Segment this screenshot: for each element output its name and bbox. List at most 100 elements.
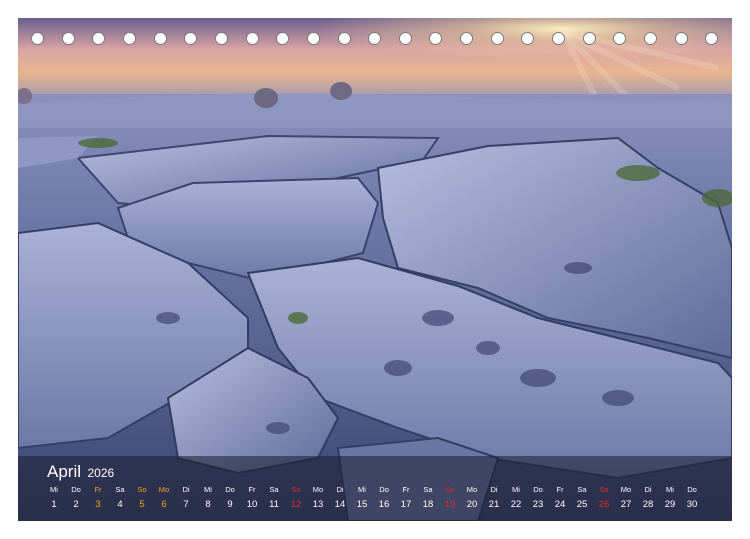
day-number: 2 — [73, 499, 79, 510]
weekday-label: Do — [533, 485, 543, 494]
day-cell: Mi 15 — [351, 485, 373, 512]
day-cell: Fr 24 — [549, 485, 571, 512]
day-number: 18 — [422, 499, 434, 510]
day-cell: Sa 18 — [417, 485, 439, 512]
binding-ring — [214, 32, 228, 45]
binding-ring — [245, 32, 259, 45]
day-cell: Fr 10 — [241, 485, 263, 512]
weekday-label: So — [137, 485, 147, 494]
spiral-binding — [18, 32, 732, 48]
day-cell: Do 30 — [681, 485, 703, 512]
weekday-label: Sa — [577, 485, 587, 494]
day-number: 8 — [205, 499, 211, 510]
binding-ring — [429, 32, 443, 45]
day-number: 22 — [510, 499, 522, 510]
day-number: 30 — [686, 499, 698, 510]
weekday-label: Mo — [620, 485, 632, 494]
weekday-label: Mo — [312, 485, 324, 494]
day-number: 23 — [532, 499, 544, 510]
weekday-label: Do — [225, 485, 235, 494]
weekday-label: Do — [379, 485, 389, 494]
limestone-pavement-image — [18, 18, 732, 521]
binding-ring — [674, 32, 688, 45]
day-cell: Fr 17 — [395, 485, 417, 512]
binding-ring — [122, 32, 136, 45]
binding-ring — [490, 32, 504, 45]
weekday-label: Fr — [402, 485, 410, 494]
weekday-label: Fr — [556, 485, 564, 494]
binding-ring — [368, 32, 382, 45]
day-number: 13 — [312, 499, 324, 510]
calendar-page: April 2026 Mi 1 Do 2 Fr 3 Sa 4 So 5 Mo 6 Di 7 Mi 8 Do 9 Fr… — [0, 0, 750, 539]
binding-ring — [705, 32, 719, 45]
day-cell: So 5 — [131, 485, 153, 512]
day-cell: Di 28 — [637, 485, 659, 512]
weekday-label: Di — [182, 485, 190, 494]
day-cell: Do 2 — [65, 485, 87, 512]
day-number: 10 — [246, 499, 258, 510]
binding-ring — [92, 32, 106, 45]
day-number: 20 — [466, 499, 478, 510]
binding-ring — [521, 32, 535, 45]
day-cell: Mi 8 — [197, 485, 219, 512]
day-cell: Mi 1 — [43, 485, 65, 512]
weekday-label: Mi — [512, 485, 520, 494]
binding-ring — [460, 32, 474, 45]
binding-ring — [398, 32, 412, 45]
day-cell: Fr 3 — [87, 485, 109, 512]
day-number: 3 — [95, 499, 101, 510]
day-cell: So 19 — [439, 485, 461, 512]
weekday-label: So — [445, 485, 455, 494]
day-cell: So 26 — [593, 485, 615, 512]
weekday-label: So — [291, 485, 301, 494]
binding-ring — [276, 32, 290, 45]
day-number: 1 — [51, 499, 57, 510]
day-number: 26 — [598, 499, 610, 510]
day-number: 21 — [488, 499, 500, 510]
day-cell: Sa 11 — [263, 485, 285, 512]
day-cell: Do 23 — [527, 485, 549, 512]
day-number: 7 — [183, 499, 189, 510]
day-number: 16 — [378, 499, 390, 510]
day-number: 25 — [576, 499, 588, 510]
month-name: April — [47, 462, 82, 481]
day-cell: Mo 13 — [307, 485, 329, 512]
day-number: 14 — [334, 499, 346, 510]
binding-ring — [153, 32, 167, 45]
weekday-label: Do — [687, 485, 697, 494]
day-cell: Mo 20 — [461, 485, 483, 512]
weekday-label: Fr — [248, 485, 256, 494]
day-number: 27 — [620, 499, 632, 510]
day-cell: Sa 4 — [109, 485, 131, 512]
day-number: 15 — [356, 499, 368, 510]
weekday-label: Mi — [204, 485, 212, 494]
day-cell: Di 21 — [483, 485, 505, 512]
day-cell: So 12 — [285, 485, 307, 512]
day-cell: Mi 22 — [505, 485, 527, 512]
day-cell: Di 7 — [175, 485, 197, 512]
month-title: April 2026 — [47, 462, 114, 482]
binding-ring — [306, 32, 320, 45]
day-number: 6 — [161, 499, 167, 510]
weekday-label: Sa — [423, 485, 433, 494]
weekday-label: Di — [490, 485, 498, 494]
day-cell: Sa 25 — [571, 485, 593, 512]
day-cell: Di 14 — [329, 485, 351, 512]
day-strip: Mi 1 Do 2 Fr 3 Sa 4 So 5 Mo 6 Di 7 Mi 8 Do 9 Fr 10 Sa 11 So 12 M… — [43, 485, 723, 515]
day-number: 24 — [554, 499, 566, 510]
day-number: 17 — [400, 499, 412, 510]
day-number: 19 — [444, 499, 456, 510]
day-cell: Do 16 — [373, 485, 395, 512]
landscape-photo — [18, 18, 732, 521]
weekday-label: Di — [336, 485, 344, 494]
weekday-label: So — [599, 485, 609, 494]
binding-ring — [31, 32, 44, 45]
day-number: 5 — [139, 499, 145, 510]
day-cell: Mo 27 — [615, 485, 637, 512]
binding-ring — [644, 32, 657, 45]
weekday-label: Mi — [358, 485, 366, 494]
day-number: 11 — [269, 499, 279, 510]
day-cell: Mi 29 — [659, 485, 681, 512]
weekday-label: Mo — [466, 485, 478, 494]
day-number: 9 — [227, 499, 233, 510]
